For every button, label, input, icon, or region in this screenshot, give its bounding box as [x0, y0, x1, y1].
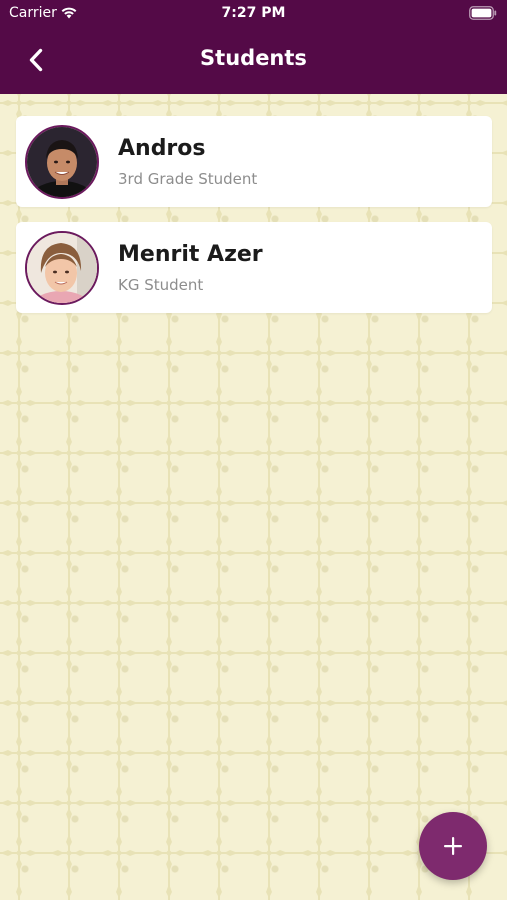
student-card[interactable]: Menrit Azer KG Student [16, 222, 492, 313]
battery-icon [469, 6, 497, 20]
add-student-button[interactable] [419, 812, 487, 880]
status-bar: Carrier 7:27 PM [0, 0, 507, 28]
plus-icon [444, 837, 462, 855]
page-title: Students [200, 46, 307, 70]
navigation-bar: Students [0, 28, 507, 94]
status-time: 7:27 PM [221, 5, 286, 21]
student-name: Andros [118, 136, 206, 161]
background-pattern [0, 94, 507, 900]
students-list-area: Andros 3rd Grade Student Menrit Azer KG … [0, 94, 507, 900]
student-photo-boy [27, 127, 97, 197]
student-name: Menrit Azer [118, 242, 263, 267]
student-avatar [25, 125, 99, 199]
student-avatar [25, 231, 99, 305]
student-card[interactable]: Andros 3rd Grade Student [16, 116, 492, 207]
student-grade: KG Student [118, 276, 204, 294]
student-photo-girl [27, 233, 97, 303]
app-header: Carrier 7:27 PM Students [0, 0, 507, 94]
student-grade: 3rd Grade Student [118, 170, 258, 188]
